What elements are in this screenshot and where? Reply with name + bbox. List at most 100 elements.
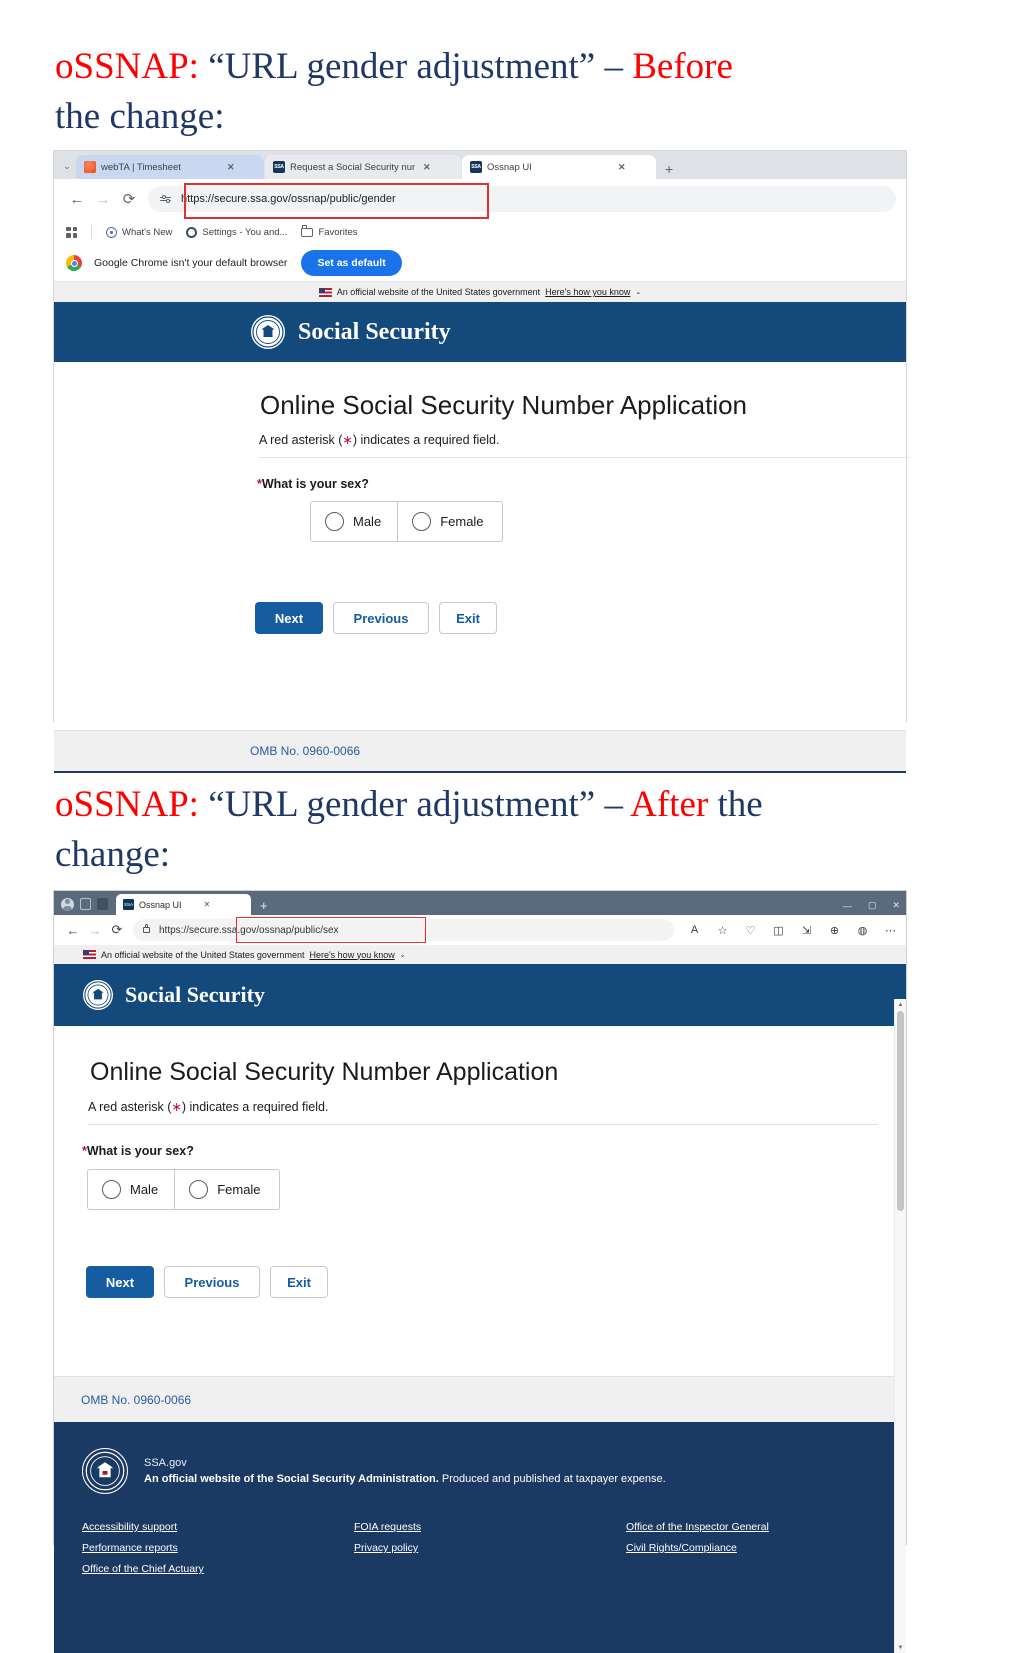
usa-banner-text: An official website of the United States… <box>336 287 541 297</box>
exit-button[interactable]: Exit <box>439 602 497 634</box>
ssa-seal-icon <box>82 1448 128 1494</box>
close-icon[interactable]: ✕ <box>892 900 900 911</box>
chrome-tab-close-icon[interactable]: ✕ <box>618 162 626 173</box>
radio-option-female[interactable]: Female <box>397 502 501 541</box>
read-aloud-icon[interactable]: A <box>687 924 702 936</box>
chrome-bookmarks-bar: What's New Settings - You and... Favorit… <box>54 219 906 245</box>
minimize-icon[interactable]: — <box>843 901 852 911</box>
footer-link-office-chief-actuary[interactable]: Office of the Chief Actuary <box>82 1563 354 1575</box>
chrome-tab-webta[interactable]: webTA | Timesheet ✕ <box>76 155 264 179</box>
edge-scrollbar[interactable]: ▲ ▼ <box>894 999 906 1653</box>
footer-link-foia-requests[interactable]: FOIA requests <box>354 1521 626 1533</box>
chrome-page-viewport: An official website of the United States… <box>54 282 909 773</box>
chrome-toolbar: ← → ⟳ https://secure.ssa.gov/ossnap/publ… <box>54 179 906 219</box>
radio-button-male[interactable] <box>102 1180 121 1199</box>
ssa-icon: SSA <box>273 161 285 173</box>
lock-icon <box>143 924 150 933</box>
forward-icon[interactable]: → <box>84 919 106 941</box>
chrome-tab-close-icon[interactable]: ✕ <box>423 162 431 173</box>
copilot-icon[interactable]: ◍ <box>855 924 870 937</box>
edge-new-tab-button[interactable]: + <box>260 898 268 913</box>
bookmark-favorites[interactable]: Favorites <box>301 225 358 238</box>
previous-button[interactable]: Previous <box>333 602 429 634</box>
split-screen-icon[interactable]: ◫ <box>771 924 786 937</box>
page-title: Online Social Security Number Applicatio… <box>260 390 748 420</box>
scrollbar-thumb[interactable] <box>897 1011 904 1211</box>
forward-icon[interactable]: → <box>90 186 116 212</box>
bookmark-whats-new[interactable]: What's New <box>106 226 172 238</box>
scroll-down-arrow-icon[interactable]: ▼ <box>895 1642 906 1653</box>
edge-page-viewport: An official website of the United States… <box>54 945 906 1653</box>
usa-banner-text: An official website of the United States… <box>101 949 305 960</box>
browser-essentials-icon[interactable]: ♡ <box>743 924 758 937</box>
heres-how-you-know-link[interactable]: Here's how you know <box>545 287 630 297</box>
settings-more-icon[interactable]: ⋯ <box>883 924 898 937</box>
extensions-icon[interactable]: ⊕ <box>827 924 842 937</box>
heres-how-you-know-link[interactable]: Here's how you know <box>309 950 394 960</box>
vertical-tabs-icon[interactable] <box>97 898 108 910</box>
tab-search-caret-icon[interactable]: ⌄ <box>58 153 76 179</box>
required-asterisk-icon: ∗ <box>171 1100 182 1114</box>
note-prefix: A red asterisk ( <box>259 433 343 447</box>
slide-heading-before: oSSNAP: “URL gender adjustment” – Before… <box>0 42 1025 142</box>
section-divider <box>88 1124 878 1125</box>
required-field-note: A red asterisk (∗) indicates a required … <box>259 432 906 447</box>
radio-option-male[interactable]: Male <box>311 502 397 541</box>
footer-link-accessibility-support[interactable]: Accessibility support <box>82 1521 354 1533</box>
heading-before-line2: the change: <box>55 96 225 137</box>
edge-url-text: https://secure.ssa.gov/ossnap/public/sex <box>159 924 339 936</box>
footer-link-civil-rights-compliance[interactable]: Civil Rights/Compliance <box>626 1542 769 1554</box>
back-icon[interactable]: ← <box>64 186 90 212</box>
previous-button[interactable]: Previous <box>164 1266 260 1298</box>
collections-icon[interactable]: ⇲ <box>799 924 814 937</box>
set-as-default-button[interactable]: Set as default <box>301 250 402 276</box>
edge-profile-controls <box>58 893 114 915</box>
us-flag-icon <box>318 287 332 297</box>
usa-gov-banner: An official website of the United States… <box>54 945 906 964</box>
bookmark-settings[interactable]: Settings - You and... <box>186 226 287 238</box>
next-button[interactable]: Next <box>255 602 323 634</box>
chrome-tab-close-icon[interactable]: ✕ <box>227 162 235 173</box>
next-button[interactable]: Next <box>86 1266 154 1298</box>
maximize-icon[interactable]: ▢ <box>868 900 877 911</box>
apps-grid-icon[interactable] <box>66 226 77 238</box>
chevron-down-icon[interactable]: ⌄ <box>400 951 406 959</box>
radio-option-male[interactable]: Male <box>88 1170 174 1209</box>
radio-label: Female <box>217 1182 261 1197</box>
chrome-url-text: https://secure.ssa.gov/ossnap/public/gen… <box>181 193 396 205</box>
workspaces-icon[interactable] <box>80 898 91 910</box>
sex-radio-group: Male Female <box>310 501 503 542</box>
footer-links: Accessibility support Performance report… <box>54 1521 906 1575</box>
heading-before-quote: “URL gender adjustment” – <box>208 46 633 87</box>
favorite-star-icon[interactable]: ☆ <box>715 924 730 937</box>
ssa-wordmark: Social Security <box>125 982 265 1007</box>
chrome-tab-title: Ossnap UI <box>487 161 532 173</box>
reload-icon[interactable]: ⟳ <box>106 919 128 941</box>
edge-tab-close-icon[interactable]: ✕ <box>204 900 211 909</box>
radio-button-female[interactable] <box>189 1180 209 1199</box>
ssn-application-form: Online Social Security Number Applicatio… <box>54 390 909 730</box>
radio-button-female[interactable] <box>412 512 432 531</box>
radio-option-female[interactable]: Female <box>174 1170 278 1209</box>
form-action-buttons: Next Previous Exit <box>86 1266 906 1298</box>
chrome-tab-ossnap-ui[interactable]: SSA Ossnap UI ✕ <box>462 155 656 179</box>
reload-icon[interactable]: ⟳ <box>116 186 142 212</box>
chrome-tab-request-ssn[interactable]: SSA Request a Social Security numb ✕ <box>265 155 461 179</box>
chevron-down-icon[interactable]: ⌄ <box>635 288 641 296</box>
back-icon[interactable]: ← <box>62 919 84 941</box>
site-settings-icon[interactable] <box>160 194 171 204</box>
footer-link-performance-reports[interactable]: Performance reports <box>82 1542 354 1554</box>
scroll-up-arrow-icon[interactable]: ▲ <box>895 999 906 1010</box>
footer-link-privacy-policy[interactable]: Privacy policy <box>354 1542 626 1554</box>
page-title: Online Social Security Number Applicatio… <box>90 1058 559 1086</box>
profile-avatar-icon[interactable] <box>61 897 74 911</box>
radio-button-male[interactable] <box>325 512 344 531</box>
exit-button[interactable]: Exit <box>270 1266 328 1298</box>
edge-tab-ossnap-ui[interactable]: SSA Ossnap UI ✕ <box>116 894 251 915</box>
footer-column-2: FOIA requests Privacy policy <box>354 1521 626 1575</box>
chrome-browser-window: ⌄ webTA | Timesheet ✕ SSA Request a Soci… <box>53 150 909 773</box>
chrome-new-tab-button[interactable]: + <box>665 162 673 176</box>
footer-link-office-inspector-general[interactable]: Office of the Inspector General <box>626 1521 769 1533</box>
edge-address-bar[interactable]: https://secure.ssa.gov/ossnap/public/sex <box>133 919 674 941</box>
chrome-address-bar[interactable]: https://secure.ssa.gov/ossnap/public/gen… <box>148 186 896 212</box>
